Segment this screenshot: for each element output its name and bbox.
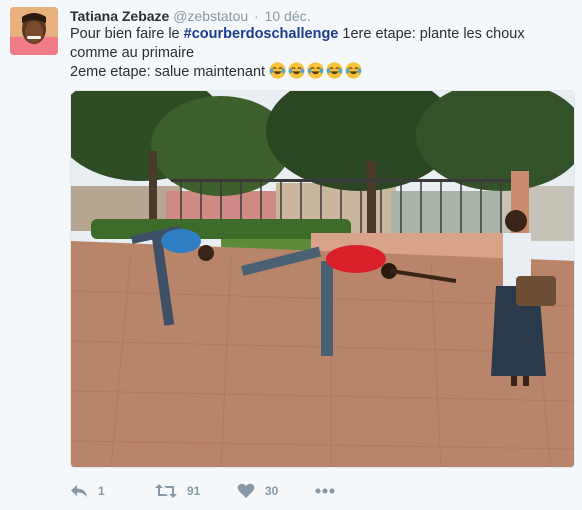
more-icon (315, 488, 335, 494)
face-with-tears-of-joy-icon (269, 62, 286, 79)
header-separator: · (254, 8, 259, 24)
emoji-row (269, 62, 364, 80)
face-with-tears-of-joy-icon (326, 62, 343, 79)
tweet-header: Tatiana Zebaze @zebstatou · 10 déc. (70, 7, 311, 25)
tweet-text-line2: 2eme etape: salue maintenant (70, 64, 270, 80)
reply-count: 1 (98, 484, 105, 498)
tweet-text-line-1: Pour bien faire le #courberdoschallenge … (70, 25, 560, 62)
tweet-text-line-2: 2eme etape: salue maintenant (70, 62, 560, 82)
hashtag-link[interactable]: #courberdoschallenge (184, 26, 339, 42)
reply-button[interactable]: 1 (70, 483, 155, 499)
tweet-actions: 1 91 30 (70, 480, 335, 502)
face-with-tears-of-joy-icon (345, 62, 362, 79)
retweet-button[interactable]: 91 (155, 483, 237, 499)
author-username[interactable]: @zebstatou (173, 8, 248, 24)
tweet-text: Pour bien faire le #courberdoschallenge … (70, 25, 560, 82)
avatar[interactable] (10, 7, 58, 55)
author-fullname[interactable]: Tatiana Zebaze (70, 8, 169, 24)
heart-icon (237, 483, 255, 499)
tweet-photo-image (71, 91, 574, 467)
tweet-text-prefix: Pour bien faire le (70, 26, 184, 42)
tweet-photo[interactable] (70, 90, 575, 468)
retweet-count: 91 (187, 484, 201, 498)
face-with-tears-of-joy-icon (288, 62, 305, 79)
tweet: Tatiana Zebaze @zebstatou · 10 déc. Pour… (0, 0, 582, 510)
more-button[interactable] (315, 488, 335, 494)
face-with-tears-of-joy-icon (307, 62, 324, 79)
reply-icon (70, 483, 88, 499)
like-count: 30 (265, 484, 279, 498)
like-button[interactable]: 30 (237, 483, 315, 499)
tweet-timestamp[interactable]: 10 déc. (265, 8, 311, 24)
retweet-icon (155, 483, 177, 499)
